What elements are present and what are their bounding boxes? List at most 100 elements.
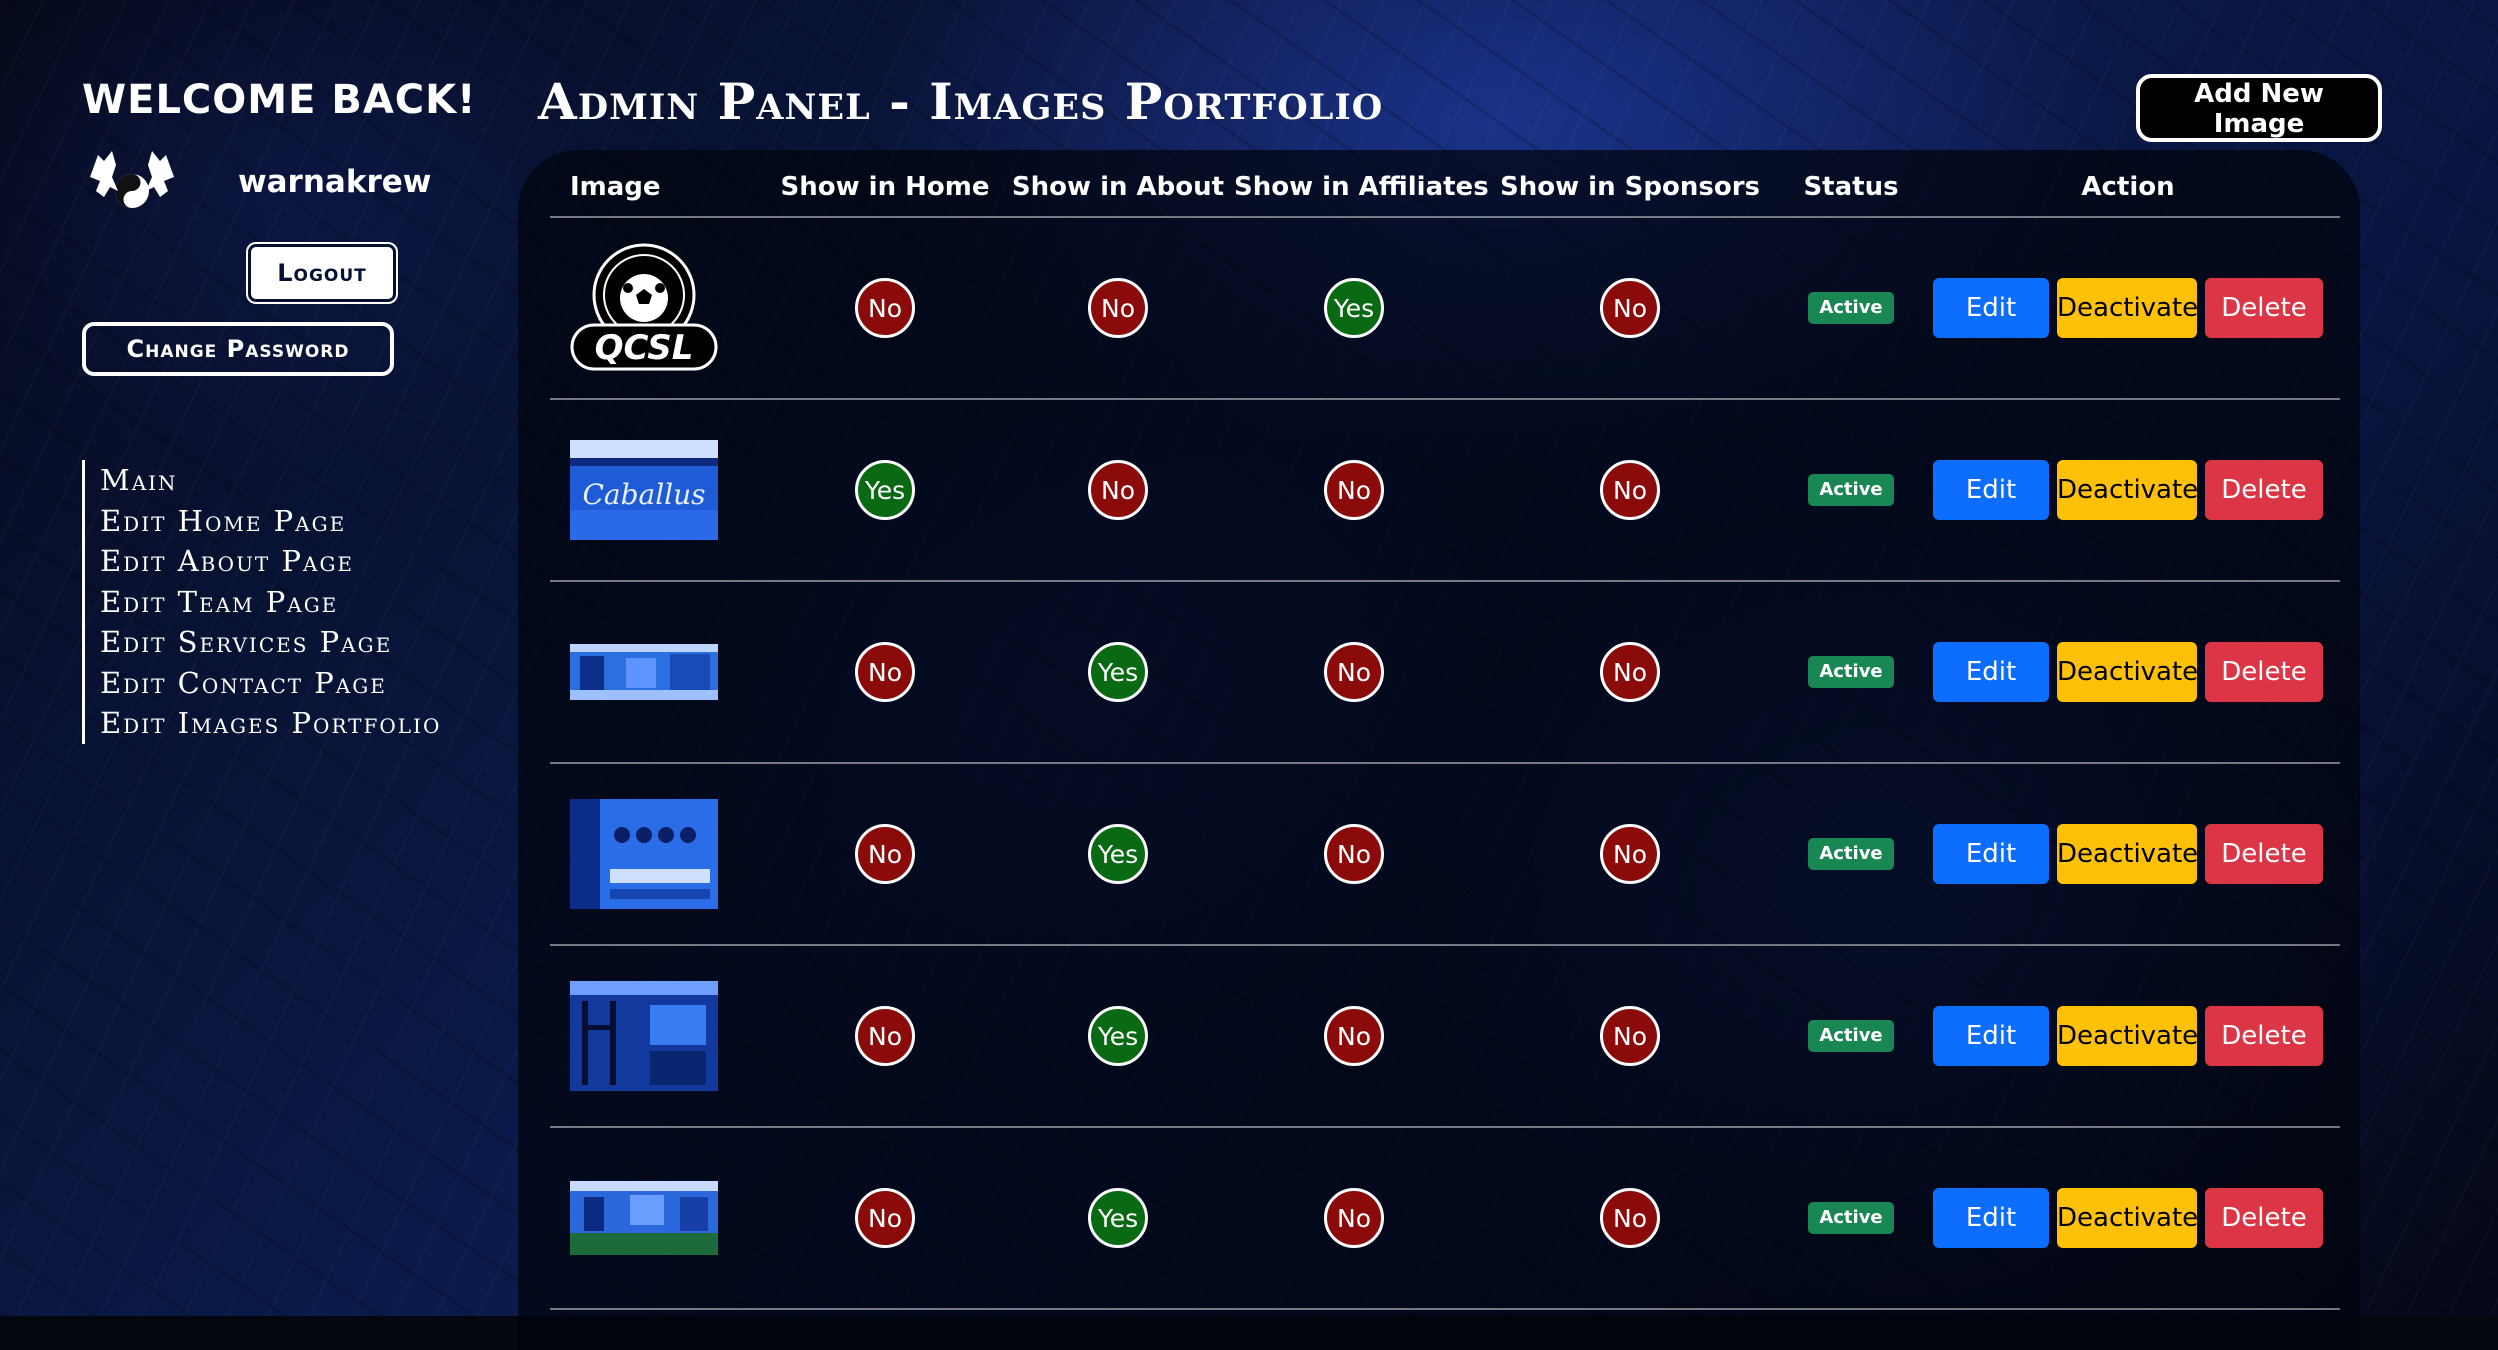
edit-button[interactable]: Edit (1933, 1006, 2049, 1066)
column-header-show-in-about: Show in About (1002, 158, 1234, 218)
nav-item-edit-services-page[interactable]: Edit Services Page (100, 622, 502, 663)
image-cell (550, 763, 768, 946)
show-in-sponsors-cell: No (1474, 217, 1786, 400)
show-in-sponsors-cell: No (1474, 1127, 1786, 1310)
column-header-image: Image (550, 158, 768, 218)
delete-button[interactable]: Delete (2205, 824, 2323, 884)
status-badge: Active (1808, 1020, 1894, 1052)
qcsl-logo-thumbnail: QCSL (570, 243, 718, 373)
add-new-image-button[interactable]: Add New Image (2136, 74, 2382, 142)
column-header-status: Status (1786, 158, 1916, 218)
show-in-home-toggle[interactable]: No (855, 1006, 915, 1066)
logout-button[interactable]: Logout (248, 244, 396, 302)
horses-yin-yang-logo-icon (90, 151, 174, 208)
show-in-sponsors-toggle[interactable]: No (1600, 278, 1660, 338)
sidebar-nav: Main Edit Home Page Edit About Page Edit… (82, 460, 502, 744)
edit-button[interactable]: Edit (1933, 824, 2049, 884)
delete-button[interactable]: Delete (2205, 1006, 2323, 1066)
show-in-affiliates-toggle[interactable]: Yes (1324, 278, 1384, 338)
status-badge: Active (1808, 292, 1894, 324)
status-cell: Active (1786, 763, 1916, 946)
user-info: warnakrew (82, 142, 502, 222)
show-in-about-toggle[interactable]: No (1088, 278, 1148, 338)
table-row: Caballus Yes No No No Active Edit Deacti… (550, 399, 2340, 582)
edit-button[interactable]: Edit (1933, 642, 2049, 702)
show-in-sponsors-toggle[interactable]: No (1600, 642, 1660, 702)
show-in-affiliates-toggle[interactable]: No (1324, 1006, 1384, 1066)
status-badge: Active (1808, 474, 1894, 506)
show-in-affiliates-toggle[interactable]: No (1324, 824, 1384, 884)
nav-item-edit-home-page[interactable]: Edit Home Page (100, 501, 502, 542)
table-row: No Yes No No Active Edit Deactivate Dele… (550, 763, 2340, 946)
delete-button[interactable]: Delete (2205, 278, 2323, 338)
delete-button[interactable]: Delete (2205, 642, 2323, 702)
show-in-affiliates-toggle[interactable]: No (1324, 460, 1384, 520)
edit-button[interactable]: Edit (1933, 278, 2049, 338)
show-in-home-toggle[interactable]: No (855, 824, 915, 884)
images-table: Image Show in Home Show in About Show in… (550, 158, 2340, 1310)
action-cell: Edit Deactivate Delete (1916, 1127, 2340, 1310)
show-in-sponsors-toggle[interactable]: No (1600, 824, 1660, 884)
show-in-about-toggle[interactable]: No (1088, 460, 1148, 520)
show-in-home-toggle[interactable]: No (855, 642, 915, 702)
change-password-button[interactable]: Change Password (82, 322, 394, 376)
nav-item-edit-contact-page[interactable]: Edit Contact Page (100, 663, 502, 704)
status-badge: Active (1808, 838, 1894, 870)
show-in-about-toggle[interactable]: Yes (1088, 642, 1148, 702)
show-in-affiliates-cell: No (1234, 1127, 1474, 1310)
column-header-show-in-sponsors: Show in Sponsors (1474, 158, 1786, 218)
show-in-about-toggle[interactable]: Yes (1088, 824, 1148, 884)
show-in-sponsors-toggle[interactable]: No (1600, 460, 1660, 520)
show-in-affiliates-cell: Yes (1234, 217, 1474, 400)
show-in-about-toggle[interactable]: Yes (1088, 1006, 1148, 1066)
show-in-affiliates-toggle[interactable]: No (1324, 1188, 1384, 1248)
nav-item-edit-images-portfolio[interactable]: Edit Images Portfolio (100, 703, 502, 744)
column-header-action: Action (1916, 158, 2340, 218)
svg-text:QCSL: QCSL (595, 328, 694, 368)
show-in-affiliates-cell: No (1234, 945, 1474, 1128)
action-cell: Edit Deactivate Delete (1916, 581, 2340, 764)
deactivate-button[interactable]: Deactivate (2057, 1188, 2198, 1248)
show-in-sponsors-toggle[interactable]: No (1600, 1006, 1660, 1066)
delete-button[interactable]: Delete (2205, 460, 2323, 520)
deactivate-button[interactable]: Deactivate (2057, 642, 2198, 702)
delete-button[interactable]: Delete (2205, 1188, 2323, 1248)
show-in-home-cell: No (768, 217, 1002, 400)
svg-text:Caballus: Caballus (582, 478, 705, 511)
show-in-about-cell: Yes (1002, 945, 1234, 1128)
show-in-about-cell: Yes (1002, 1127, 1234, 1310)
show-in-affiliates-cell: No (1234, 399, 1474, 582)
nav-item-edit-team-page[interactable]: Edit Team Page (100, 582, 502, 623)
show-in-about-cell: Yes (1002, 763, 1234, 946)
show-in-home-toggle[interactable]: No (855, 1188, 915, 1248)
edit-button[interactable]: Edit (1933, 1188, 2049, 1248)
deactivate-button[interactable]: Deactivate (2057, 278, 2198, 338)
show-in-home-toggle[interactable]: Yes (855, 460, 915, 520)
deactivate-button[interactable]: Deactivate (2057, 460, 2198, 520)
show-in-sponsors-cell: No (1474, 581, 1786, 764)
image-cell: QCSL (550, 217, 768, 400)
image-cell (550, 581, 768, 764)
nav-item-edit-about-page[interactable]: Edit About Page (100, 541, 502, 582)
show-in-home-toggle[interactable]: No (855, 278, 915, 338)
status-cell: Active (1786, 581, 1916, 764)
edit-button[interactable]: Edit (1933, 460, 2049, 520)
username: warnakrew (238, 164, 432, 200)
nav-item-main[interactable]: Main (100, 460, 502, 501)
show-in-sponsors-cell: No (1474, 763, 1786, 946)
status-badge: Active (1808, 656, 1894, 688)
show-in-about-cell: Yes (1002, 581, 1234, 764)
show-in-home-cell: Yes (768, 399, 1002, 582)
image-cell (550, 945, 768, 1128)
welcome-heading: Welcome Back! (82, 77, 477, 123)
table-row: QCSL No No Yes No Active Edit Deactivate… (550, 217, 2340, 400)
show-in-affiliates-cell: No (1234, 763, 1474, 946)
action-cell: Edit Deactivate Delete (1916, 763, 2340, 946)
show-in-about-toggle[interactable]: Yes (1088, 1188, 1148, 1248)
show-in-sponsors-toggle[interactable]: No (1600, 1188, 1660, 1248)
deactivate-button[interactable]: Deactivate (2057, 824, 2198, 884)
show-in-sponsors-cell: No (1474, 399, 1786, 582)
show-in-affiliates-toggle[interactable]: No (1324, 642, 1384, 702)
deactivate-button[interactable]: Deactivate (2057, 1006, 2198, 1066)
gym-weights-wall-thumbnail (570, 799, 718, 909)
